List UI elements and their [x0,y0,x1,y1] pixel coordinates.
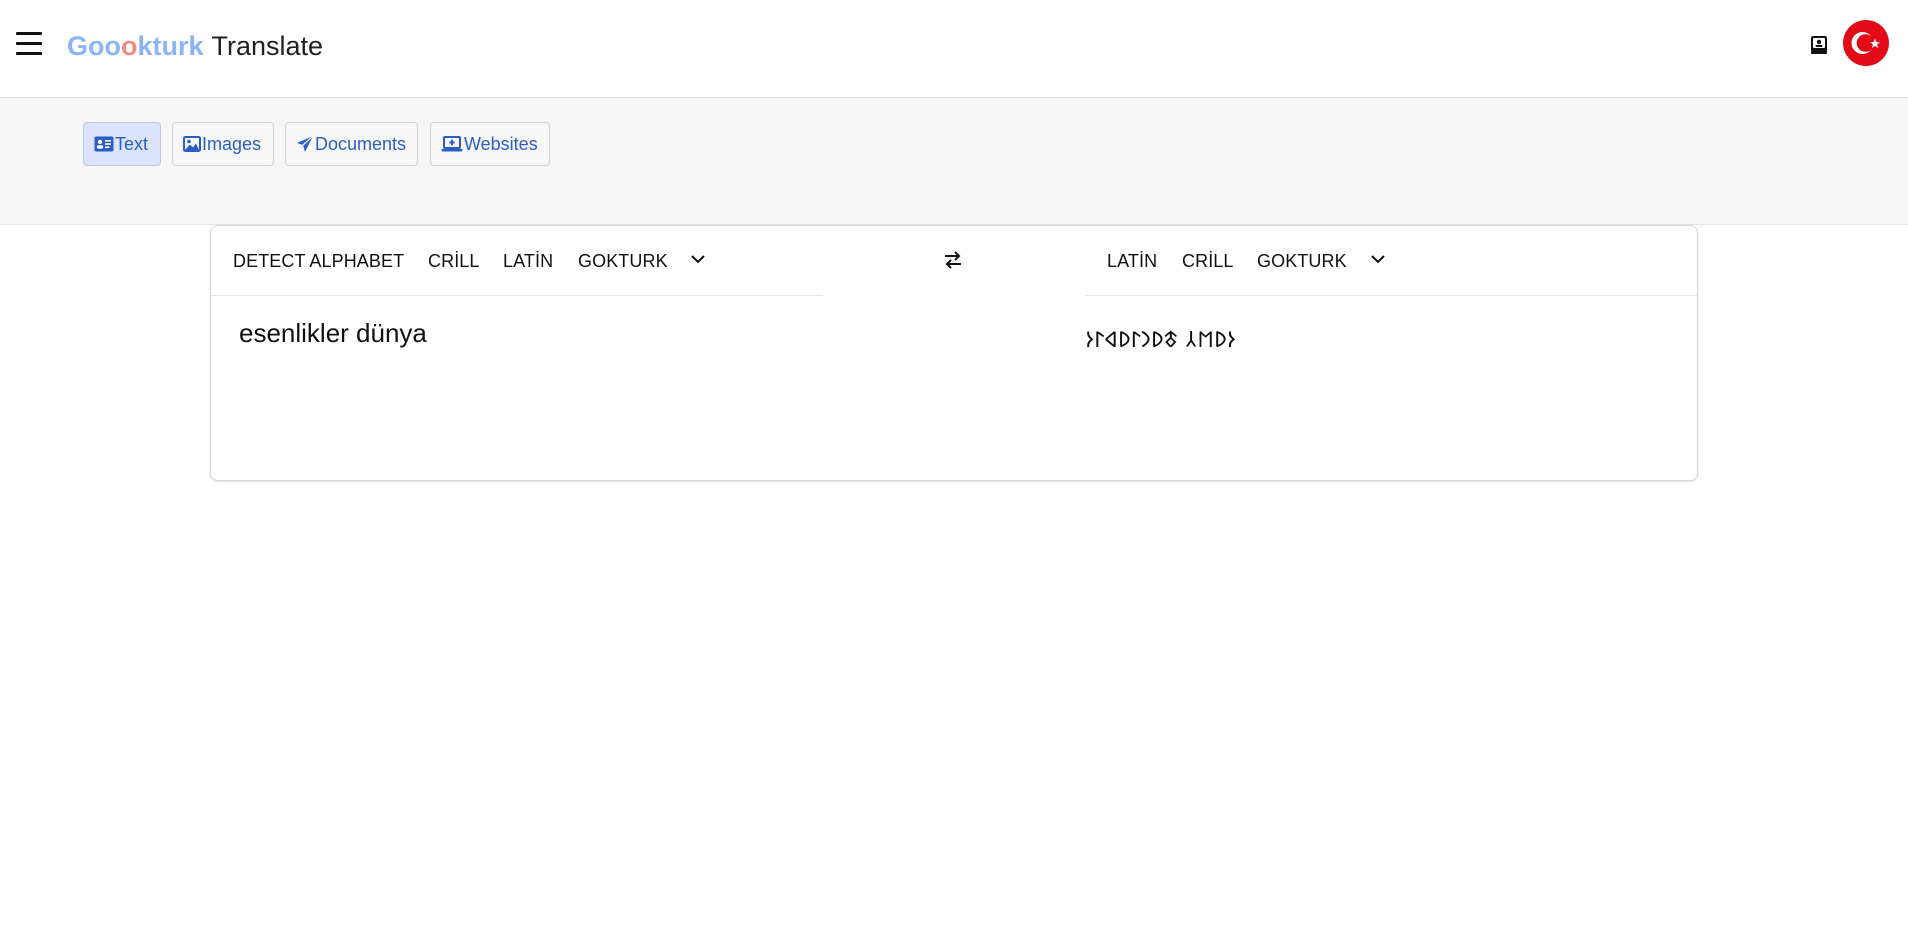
id-card-icon [94,136,114,152]
mode-images-label: Images [202,133,262,154]
target-language-bar: LATİN CRİLL GOKTURK [1085,226,1697,296]
chevron-down-icon[interactable] [1369,250,1387,268]
app-logo[interactable]: Goookturk Translate [67,30,323,62]
book-icon[interactable] [1810,35,1828,55]
paper-plane-icon [297,135,314,152]
chevron-down-icon[interactable] [689,250,707,268]
logo-part-1: Goo [67,31,121,61]
source-language-bar: DETECT ALPHABET CRİLL LATİN GOKTURK [211,226,823,296]
source-lang-gokturk[interactable]: GOKTURK [578,251,668,272]
source-text-input[interactable]: esenlikler dünya [239,318,427,349]
mode-websites-button[interactable]: Websites [430,122,550,166]
mode-images-button[interactable]: Images [172,122,274,166]
logo-part-2: o [121,31,138,61]
translated-text-output: 𐰆𐰖𐰡𐰲 𐱃𐰖𐰣𐰃𐰖𐰶𐰃𐰆 [1085,328,1236,353]
turkey-flag-icon[interactable] [1843,20,1889,66]
translation-panel: DETECT ALPHABET CRİLL LATİN GOKTURK LATİ… [210,225,1698,481]
swap-languages-icon[interactable] [943,249,963,271]
image-icon [183,136,201,152]
mode-text-label: Text [115,133,149,154]
source-lang-latin[interactable]: LATİN [503,251,553,272]
mode-websites-label: Websites [464,133,538,154]
app-header: Goookturk Translate [0,0,1908,98]
source-lang-crill[interactable]: CRİLL [428,251,480,272]
target-lang-crill[interactable]: CRİLL [1182,251,1234,272]
mode-documents-button[interactable]: Documents [285,122,418,166]
mode-documents-label: Documents [315,133,407,154]
target-lang-latin[interactable]: LATİN [1107,251,1157,272]
hamburger-menu-icon[interactable] [16,32,44,56]
laptop-plus-icon [441,136,463,152]
source-lang-detect[interactable]: DETECT ALPHABET [233,251,404,272]
logo-part-3: kturk [137,31,204,61]
logo-part-4: Translate [211,31,324,61]
target-lang-gokturk[interactable]: GOKTURK [1257,251,1347,272]
mode-text-button[interactable]: Text [83,122,161,166]
mode-toolbar: Text Images Documents Websites [0,98,1908,225]
